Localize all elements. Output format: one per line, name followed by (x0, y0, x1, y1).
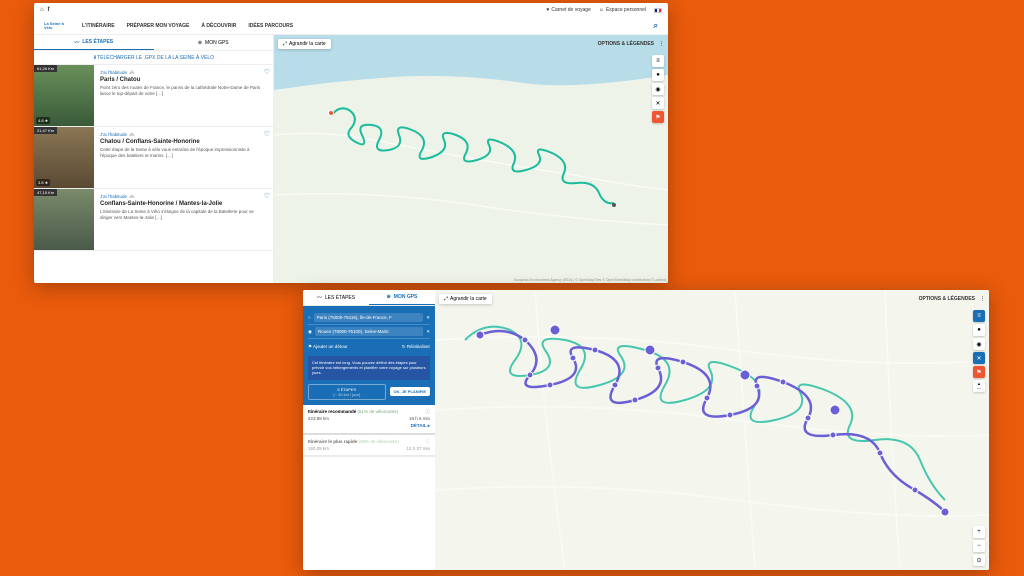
bike-icon: 🚲 (129, 69, 135, 75)
tabs: 〰 LES ÉTAPES ⊕ MON GPS (34, 35, 273, 51)
result-fastest[interactable]: Itinéraire le plus rapide (28% de véloro… (303, 435, 435, 457)
map-canvas (435, 290, 989, 570)
map[interactable]: ⤢Agrandir la carte OPTIONS & LÉGENDES ⋮ … (435, 290, 989, 570)
info-icon[interactable]: ⓘ (426, 439, 431, 445)
zoom-out-button[interactable]: − (973, 540, 985, 552)
espace-link[interactable]: ☺ Espace personnel (599, 7, 646, 13)
rating-badge: 4.8 ★ (36, 117, 50, 124)
stage-card[interactable]: 47,15 Km ♡ J'ai l'habitude 🚲 Conflans-Sa… (34, 189, 273, 251)
download-gpx-link[interactable]: ⬇ TÉLÉCHARGER LE .GPX DE LA LA SEINE À V… (34, 51, 273, 65)
layers-icon[interactable]: ≡ (973, 310, 985, 322)
expand-icon: ⤢ (444, 296, 448, 302)
alert-icon[interactable]: ⚑ (973, 366, 985, 378)
kebab-icon: ⋮ (980, 296, 985, 302)
origin-icon: ○ (308, 315, 311, 320)
instagram-icon[interactable]: ⌂ (40, 7, 44, 13)
tab-etapes[interactable]: 〰 LES ÉTAPES (303, 290, 369, 305)
window-gps: 〰 LES ÉTAPES ⊕ MON GPS ○Paris (75000-751… (303, 290, 989, 570)
map-tools: ≡ ● ◉ ✕ ⚑ (652, 55, 664, 123)
poi-icon[interactable]: ● (652, 69, 664, 81)
food-icon[interactable]: ✕ (973, 352, 985, 364)
eye-icon[interactable]: ◉ (652, 83, 664, 95)
bike-icon: 🚲 (129, 193, 135, 199)
map-attribution: European Environment Agency (EEA) | © Op… (514, 278, 666, 282)
logo[interactable]: La Seine à Vélo (44, 19, 70, 33)
stage-list: 61,26 Km 4.8 ★ ♡ J'ai l'habitude 🚲 Paris … (34, 65, 273, 283)
card-title: Paris / Chatou (100, 77, 267, 83)
alert-icon[interactable]: ⚑ (652, 111, 664, 123)
to-field[interactable]: ◉Rouen (76000-76100), Seine-Mariti✕ (308, 325, 430, 339)
from-field[interactable]: ○Paris (75000-75116), Île-de-France, F✕ (308, 311, 430, 325)
plan-button[interactable]: OK, JE PLANIFIE (390, 387, 430, 396)
zoom-controls: + − ⊙ (973, 526, 985, 566)
clear-icon[interactable]: ✕ (426, 329, 430, 335)
nav-idees[interactable]: IDÉES PARCOURS (248, 23, 293, 29)
elevation-icon[interactable]: ▲— (973, 380, 985, 392)
options-legends-button[interactable]: OPTIONS & LÉGENDES ⋮ (919, 296, 985, 302)
route-form: ○Paris (75000-75116), Île-de-France, F✕ … (303, 306, 435, 405)
stage-card[interactable]: 21,47 Km3.8 ★ ♡ J'ai l'habitude 🚲 Chatou… (34, 127, 273, 189)
destination-icon: ◉ (308, 329, 312, 335)
clear-icon[interactable]: ✕ (426, 315, 430, 321)
zoom-in-button[interactable]: + (973, 526, 985, 538)
nav-decouvrir[interactable]: À DÉCOUVRIR (201, 23, 236, 29)
heart-icon[interactable]: ♡ (264, 68, 270, 76)
steps-selector[interactable]: 5 ÉTAPES(~ 45 km / jour) (308, 384, 386, 400)
expand-map-button[interactable]: ⤢Agrandir la carte (278, 39, 331, 49)
lang-flag-fr[interactable] (654, 8, 662, 13)
tab-mongps[interactable]: ⊕ MON GPS (369, 290, 435, 305)
tab-etapes[interactable]: 〰 LES ÉTAPES (34, 35, 154, 50)
result-recommended[interactable]: Itinéraire recommandé (61% de véloroutes… (303, 405, 435, 435)
poi-icon[interactable]: ● (973, 324, 985, 336)
carnet-link[interactable]: ♥ Carnet de voyage (546, 7, 590, 13)
bike-icon: 🚲 (129, 131, 135, 137)
layers-icon[interactable]: ≡ (652, 55, 664, 67)
map[interactable]: ⤢Agrandir la carte OPTIONS & LÉGENDES ⋮ … (274, 35, 668, 283)
card-category: J'ai l'habitude 🚲 (100, 69, 267, 75)
tabs: 〰 LES ÉTAPES ⊕ MON GPS (303, 290, 435, 306)
sidebar-gps: 〰 LES ÉTAPES ⊕ MON GPS ○Paris (75000-751… (303, 290, 435, 570)
start-pin-icon (328, 110, 334, 116)
heart-icon[interactable]: ♡ (264, 192, 270, 200)
detail-button[interactable]: DÉTAIL ▸ (411, 423, 430, 428)
add-detour-button[interactable]: ⚑ Ajouter un détour (308, 341, 348, 353)
stage-card[interactable]: 61,26 Km 4.8 ★ ♡ J'ai l'habitude 🚲 Paris … (34, 65, 273, 127)
expand-icon: ⤢ (283, 41, 287, 47)
card-desc: Point zéro des routes de France, le parv… (100, 85, 267, 97)
map-tools: ≡ ● ◉ ✕ ⚑ ▲— (973, 310, 985, 392)
sidebar: 〰 LES ÉTAPES ⊕ MON GPS ⬇ TÉLÉCHARGER LE … (34, 35, 274, 283)
distance-badge: 61,26 Km (34, 65, 57, 72)
search-icon[interactable]: ⌕ (654, 21, 658, 31)
eye-icon[interactable]: ◉ (973, 338, 985, 350)
topbar: ⌂ f ♥ Carnet de voyage ☺ Espace personne… (34, 3, 668, 17)
locate-button[interactable]: ⊙ (973, 554, 985, 566)
tab-mongps[interactable]: ⊕ MON GPS (154, 35, 274, 50)
heart-icon[interactable]: ♡ (264, 130, 270, 138)
window-itinerary: ⌂ f ♥ Carnet de voyage ☺ Espace personne… (34, 3, 668, 283)
nav-preparer[interactable]: PRÉPARER MON VOYAGE (127, 23, 190, 29)
tip-box: Cet itinéraire est long. Vous pouvez déf… (308, 356, 430, 380)
reset-button[interactable]: ↻ Réinitialiser (402, 344, 430, 350)
options-legends-button[interactable]: OPTIONS & LÉGENDES ⋮ (598, 41, 664, 47)
main-nav: La Seine à Vélo L'ITINÉRAIRE PRÉPARER MO… (34, 17, 668, 35)
kebab-icon: ⋮ (659, 41, 664, 47)
food-icon[interactable]: ✕ (652, 97, 664, 109)
facebook-icon[interactable]: f (48, 7, 50, 13)
info-icon[interactable]: ⓘ (426, 409, 431, 415)
expand-map-button[interactable]: ⤢Agrandir la carte (439, 294, 492, 304)
nav-itineraire[interactable]: L'ITINÉRAIRE (82, 23, 115, 29)
map-canvas (274, 35, 668, 283)
